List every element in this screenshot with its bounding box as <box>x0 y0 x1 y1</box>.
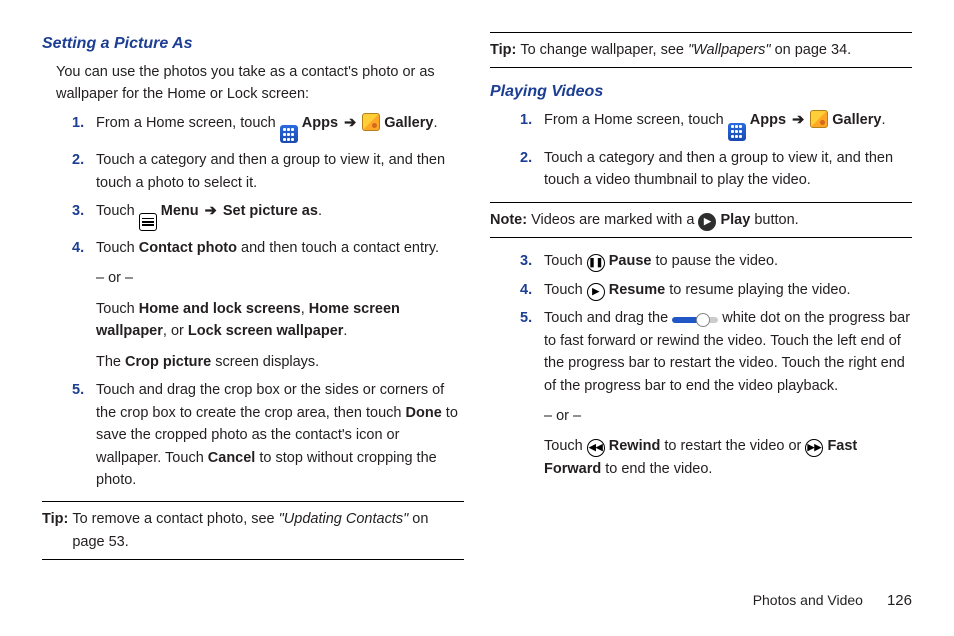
tip-box: Tip: To remove a contact photo, see "Upd… <box>42 501 464 560</box>
tip-text: To change wallpaper, see "Wallpapers" on… <box>520 39 851 61</box>
tip-box: Tip: To change wallpaper, see "Wallpaper… <box>490 32 912 68</box>
t: to resume playing the video. <box>665 282 850 298</box>
t: . <box>881 112 885 128</box>
heading-playing-videos: Playing Videos <box>490 80 912 105</box>
rewind-icon: ◀◀ <box>587 439 605 457</box>
apps-icon <box>728 123 746 141</box>
t: Touch a category and then a group to vie… <box>544 150 893 188</box>
page-number: 126 <box>887 589 912 612</box>
steps-left: From a Home screen, touch Apps ➔ Gallery… <box>42 112 464 492</box>
body-text: From a Home screen, touch <box>96 115 280 131</box>
t: Touch and drag the crop box or the sides… <box>96 382 444 420</box>
cancel-label: Cancel <box>208 450 256 466</box>
period: . <box>433 115 437 131</box>
progress-slider-icon <box>672 317 718 323</box>
right-column: Tip: To change wallpaper, see "Wallpaper… <box>490 32 912 572</box>
list-item: Touch and drag the crop box or the sides… <box>96 379 464 491</box>
t: button. <box>750 212 798 228</box>
contact-photo-label: Contact photo <box>139 240 237 256</box>
menu-label: Menu <box>161 203 199 219</box>
reference-italic: "Wallpapers" <box>688 42 771 58</box>
body-text: Touch Home and lock screens, Home screen… <box>96 298 464 343</box>
list-item: Touch Contact photo and then touch a con… <box>96 237 464 373</box>
t: . <box>343 323 347 339</box>
resume-label: Resume <box>609 282 665 298</box>
note-label: Note: <box>490 209 527 231</box>
rewind-label: Rewind <box>609 438 661 454</box>
t: Touch <box>96 301 139 317</box>
or-text: – or – <box>544 405 912 427</box>
gallery-label: Gallery <box>384 115 433 131</box>
note-box: Note: Videos are marked with a ▶ Play bu… <box>490 202 912 238</box>
t: Touch and drag the <box>544 310 672 326</box>
page-footer: Photos and Video 126 <box>42 589 912 612</box>
t: Videos are marked with a <box>531 212 698 228</box>
gallery-icon <box>362 113 380 131</box>
t: to pause the video. <box>652 253 779 269</box>
footer-section: Photos and Video <box>753 590 863 612</box>
body-text: Touch <box>96 203 139 219</box>
t: Touch <box>544 253 587 269</box>
t: to end the video. <box>601 461 712 477</box>
t: screen displays. <box>211 354 319 370</box>
body-text: Touch ◀◀ Rewind to restart the video or … <box>544 435 912 480</box>
play-label: Play <box>720 212 750 228</box>
home-lock-screens-label: Home and lock screens <box>139 301 301 317</box>
gallery-icon <box>810 110 828 128</box>
heading-setting-picture-as: Setting a Picture As <box>42 32 464 57</box>
steps-right-cont: Touch ❚❚ Pause to pause the video. Touch… <box>490 250 912 480</box>
play-icon: ▶ <box>698 213 716 231</box>
t: , or <box>163 323 188 339</box>
gallery-label: Gallery <box>832 112 881 128</box>
arrow-icon: ➔ <box>205 203 217 219</box>
done-label: Done <box>406 405 442 421</box>
intro-text: You can use the photos you take as a con… <box>42 61 464 106</box>
list-item: Touch Menu ➔ Set picture as. <box>96 200 464 231</box>
apps-label: Apps <box>750 112 786 128</box>
tip-label: Tip: <box>490 39 516 61</box>
list-item: Touch and drag the white dot on the prog… <box>544 307 912 480</box>
apps-icon <box>280 125 298 143</box>
steps-right: From a Home screen, touch Apps ➔ Gallery… <box>490 109 912 191</box>
list-item: From a Home screen, touch Apps ➔ Gallery… <box>96 112 464 144</box>
body-text: Touch a category and then a group to vie… <box>96 152 445 190</box>
menu-icon <box>139 213 157 231</box>
arrow-icon: ➔ <box>344 115 356 131</box>
t: To change wallpaper, see <box>520 42 688 58</box>
arrow-icon: ➔ <box>792 112 804 128</box>
body-text: and then touch a contact entry. <box>237 240 439 256</box>
fast-forward-icon: ▶▶ <box>805 439 823 457</box>
pause-icon: ❚❚ <box>587 254 605 272</box>
body-text: The Crop picture screen displays. <box>96 351 464 373</box>
or-text: – or – <box>96 267 464 289</box>
t: on page 34. <box>771 42 852 58</box>
tip-label: Tip: <box>42 508 68 553</box>
t: Touch <box>544 282 587 298</box>
t: to restart the video or <box>660 438 805 454</box>
period: . <box>318 203 322 219</box>
t: Touch <box>544 438 587 454</box>
reference-italic: "Updating Contacts" <box>279 511 409 527</box>
t: The <box>96 354 125 370</box>
pause-label: Pause <box>609 253 652 269</box>
resume-icon: ▶ <box>587 283 605 301</box>
set-picture-as-label: Set picture as <box>223 203 318 219</box>
note-text: Videos are marked with a ▶ Play button. <box>531 209 799 231</box>
page-columns: Setting a Picture As You can use the pho… <box>42 32 912 572</box>
tip-text: To remove a contact photo, see "Updating… <box>72 508 464 553</box>
lock-screen-wallpaper-label: Lock screen wallpaper <box>188 323 344 339</box>
list-item: Touch a category and then a group to vie… <box>544 147 912 192</box>
list-item: From a Home screen, touch Apps ➔ Gallery… <box>544 109 912 141</box>
body-text: Touch <box>96 240 139 256</box>
list-item: Touch ▶ Resume to resume playing the vid… <box>544 279 912 301</box>
t: To remove a contact photo, see <box>72 511 278 527</box>
apps-label: Apps <box>302 115 338 131</box>
left-column: Setting a Picture As You can use the pho… <box>42 32 464 572</box>
list-item: Touch a category and then a group to vie… <box>96 149 464 194</box>
t: , <box>301 301 309 317</box>
t: From a Home screen, touch <box>544 112 728 128</box>
list-item: Touch ❚❚ Pause to pause the video. <box>544 250 912 272</box>
crop-picture-label: Crop picture <box>125 354 211 370</box>
